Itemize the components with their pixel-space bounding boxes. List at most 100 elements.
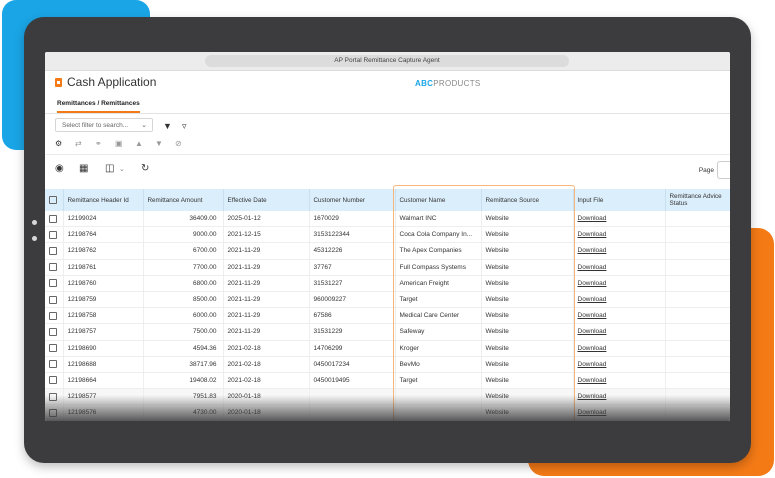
table-cell: 12198759 bbox=[63, 291, 144, 309]
column-header[interactable]: Customer Number bbox=[309, 189, 396, 211]
table-cell: 8500.00 bbox=[143, 291, 224, 309]
table-cell bbox=[665, 307, 730, 325]
table-row[interactable]: 12198664 19408.02 2021-02-18 0450019495 Targ… bbox=[45, 372, 730, 390]
tab-remittances[interactable]: Remittances / Remittances bbox=[57, 100, 140, 113]
page-input[interactable] bbox=[717, 161, 730, 179]
table-row[interactable]: 12198757 7500.00 2021-11-29 31531229 Safeway… bbox=[45, 323, 730, 341]
window-title: AP Portal Remittance Capture Agent bbox=[205, 55, 569, 67]
table-cell: 2021-02-18 bbox=[223, 356, 310, 373]
tabs-row: Remittances / Remittances bbox=[45, 93, 730, 114]
column-header[interactable]: Remittance Source bbox=[481, 189, 574, 211]
export-icon[interactable]: ◫ bbox=[105, 163, 114, 174]
merge-icon[interactable]: ⇄ bbox=[75, 139, 82, 148]
table-cell: 67586 bbox=[309, 307, 396, 325]
download-link[interactable]: Download bbox=[573, 356, 666, 373]
table-cell: Website bbox=[481, 340, 574, 357]
brand-logo: ABCPRODUCTS bbox=[415, 79, 481, 88]
table-cell: 2021-02-18 bbox=[223, 340, 310, 357]
table-cell: 12198758 bbox=[63, 307, 144, 325]
table-cell: The Apex Companies bbox=[395, 242, 482, 260]
row-checkbox[interactable] bbox=[45, 259, 64, 276]
filter-select[interactable]: Select filter to search... ⌄ bbox=[55, 118, 153, 132]
table-row[interactable]: 12198688 38717.96 2021-02-18 0450017234 BevM… bbox=[45, 356, 730, 373]
download-link[interactable]: Download bbox=[573, 340, 666, 357]
table-row[interactable]: 12198690 4594.36 2021-02-18 14706299 Kroger W… bbox=[45, 340, 730, 357]
browser-top-bar: AP Portal Remittance Capture Agent bbox=[45, 52, 730, 71]
table-cell: 45312226 bbox=[309, 242, 396, 260]
select-all-checkbox[interactable] bbox=[45, 189, 64, 211]
table-cell: 2025-01-12 bbox=[223, 211, 310, 228]
table-cell: 36409.00 bbox=[143, 211, 224, 228]
table-cell: 7500.00 bbox=[143, 323, 224, 341]
filter-icon[interactable]: ▼ bbox=[163, 121, 172, 131]
row-checkbox[interactable] bbox=[45, 356, 64, 373]
app-header: Cash Application ABCPRODUCTS bbox=[45, 71, 730, 93]
table-cell: Coca Cola Company In... bbox=[395, 226, 482, 244]
chevron-down-icon[interactable]: ⌄ bbox=[119, 165, 125, 173]
tablet-camera-dot bbox=[32, 236, 37, 241]
cancel-icon[interactable]: ⊘ bbox=[175, 139, 182, 148]
download-link[interactable]: Download bbox=[573, 226, 666, 244]
table-cell: 2021-11-29 bbox=[223, 291, 310, 309]
row-checkbox[interactable] bbox=[45, 275, 64, 292]
column-header[interactable]: Effective Date bbox=[223, 189, 310, 211]
table-row[interactable]: 12198759 8500.00 2021-11-29 960009227 Target… bbox=[45, 291, 730, 309]
page-label: Page bbox=[698, 167, 714, 174]
download-link[interactable]: Download bbox=[573, 291, 666, 309]
table-cell: 2021-11-29 bbox=[223, 307, 310, 325]
bottom-fade bbox=[45, 395, 730, 421]
table-cell: American Freight bbox=[395, 275, 482, 292]
lock-icon[interactable]: ▣ bbox=[115, 139, 123, 148]
row-checkbox[interactable] bbox=[45, 307, 64, 325]
download-link[interactable]: Download bbox=[573, 211, 666, 228]
row-checkbox[interactable] bbox=[45, 211, 64, 228]
table-row[interactable]: 12198762 6700.00 2021-11-29 45312226 The Ape… bbox=[45, 242, 730, 260]
download-link[interactable]: Download bbox=[573, 242, 666, 260]
table-cell: Website bbox=[481, 307, 574, 325]
download-link[interactable]: Download bbox=[573, 307, 666, 325]
toolbar: ◉ ▦ ◫ ⌄ ↻ Page bbox=[45, 155, 730, 183]
clear-filter-icon[interactable]: ▿ bbox=[182, 121, 187, 132]
assign-user-icon[interactable]: ⚙ bbox=[55, 139, 62, 148]
download-link[interactable]: Download bbox=[573, 323, 666, 341]
row-checkbox[interactable] bbox=[45, 372, 64, 390]
settings-icon[interactable]: ◉ bbox=[55, 163, 64, 174]
row-checkbox[interactable] bbox=[45, 323, 64, 341]
app-logo-icon bbox=[55, 78, 62, 87]
download-link[interactable]: Download bbox=[573, 259, 666, 276]
table-row[interactable]: 12198758 6000.00 2021-11-29 67586 Medical Ca… bbox=[45, 307, 730, 325]
table-row[interactable]: 12198761 7700.00 2021-11-29 37767 Full Compa… bbox=[45, 259, 730, 276]
table-cell: Target bbox=[395, 291, 482, 309]
row-checkbox[interactable] bbox=[45, 242, 64, 260]
table-cell: 2021-11-29 bbox=[223, 259, 310, 276]
table-cell bbox=[665, 372, 730, 390]
table-cell: 37767 bbox=[309, 259, 396, 276]
download-link[interactable]: Download bbox=[573, 275, 666, 292]
refresh-icon[interactable]: ↻ bbox=[141, 163, 149, 174]
row-checkbox[interactable] bbox=[45, 291, 64, 309]
table-cell: Safeway bbox=[395, 323, 482, 341]
download-link[interactable]: Download bbox=[573, 372, 666, 390]
table-row[interactable]: 12199024 36409.00 2025-01-12 1670029 Walmart… bbox=[45, 211, 730, 228]
tablet-camera-dot bbox=[32, 220, 37, 225]
column-header[interactable]: Remittance Amount bbox=[143, 189, 224, 211]
table-cell: 3153122344 bbox=[309, 226, 396, 244]
table-row[interactable]: 12198764 9000.00 2021-12-15 3153122344 Coca … bbox=[45, 226, 730, 244]
reject-icon[interactable]: ▼ bbox=[155, 139, 163, 148]
column-header[interactable]: Input File bbox=[573, 189, 666, 211]
approve-icon[interactable]: ▲ bbox=[135, 139, 143, 148]
table-cell: Website bbox=[481, 356, 574, 373]
attach-icon[interactable]: ⚭ bbox=[95, 139, 102, 148]
table-cell: Website bbox=[481, 226, 574, 244]
table-cell: Website bbox=[481, 211, 574, 228]
table-cell: 14706299 bbox=[309, 340, 396, 357]
table-cell bbox=[665, 242, 730, 260]
save-icon[interactable]: ▦ bbox=[79, 163, 88, 174]
column-header[interactable]: Remittance Advice Status bbox=[665, 189, 730, 211]
column-header[interactable]: Remittance Header Id bbox=[63, 189, 144, 211]
table-cell: Website bbox=[481, 323, 574, 341]
row-checkbox[interactable] bbox=[45, 340, 64, 357]
column-header[interactable]: Customer Name bbox=[395, 189, 482, 211]
row-checkbox[interactable] bbox=[45, 226, 64, 244]
table-row[interactable]: 12198760 6800.00 2021-11-29 31531227 America… bbox=[45, 275, 730, 292]
